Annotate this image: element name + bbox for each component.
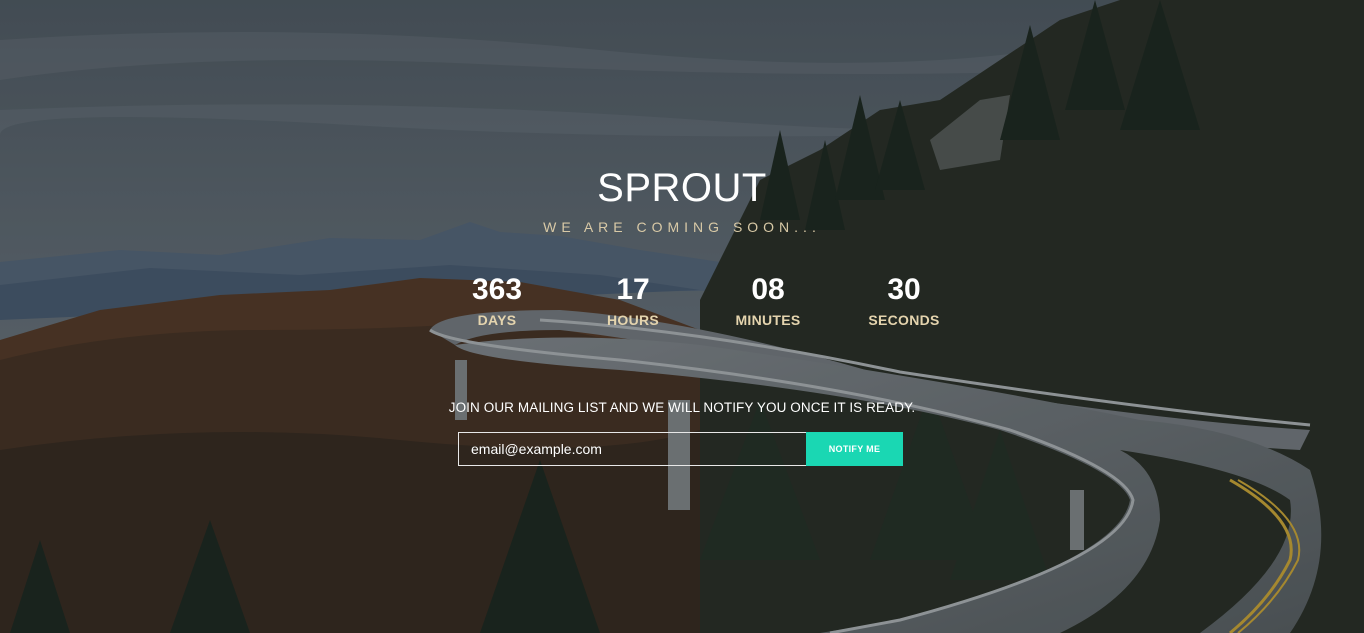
coming-soon-content: SPROUT WE ARE COMING SOON... 363 DAYS 17… (0, 0, 1364, 633)
countdown-timer: 363 DAYS 17 HOURS 08 MINUTES 30 SECONDS (0, 274, 1364, 334)
minutes-value: 08 (751, 273, 785, 306)
days-label: DAYS (477, 312, 517, 328)
days-value: 363 (471, 273, 523, 306)
countdown-seconds: 30 SECONDS (844, 273, 964, 329)
countdown-days: 363 DAYS (437, 273, 557, 329)
coming-soon-subtitle: WE ARE COMING SOON... (543, 219, 821, 235)
hours-value: 17 (616, 273, 650, 306)
seconds-value: 30 (887, 273, 921, 306)
site-title: SPROUT (597, 166, 767, 210)
countdown-hours: 17 HOURS (573, 273, 693, 329)
mailing-list-text: JOIN OUR MAILING LIST AND WE WILL NOTIFY… (448, 400, 916, 415)
hours-label: HOURS (606, 312, 660, 328)
countdown-minutes: 08 MINUTES (708, 273, 828, 329)
notify-me-button[interactable]: NOTIFY ME (806, 432, 903, 466)
subscribe-form: NOTIFY ME (458, 432, 903, 466)
seconds-label: SECONDS (868, 312, 940, 328)
email-input[interactable] (458, 432, 807, 466)
minutes-label: MINUTES (735, 312, 801, 328)
